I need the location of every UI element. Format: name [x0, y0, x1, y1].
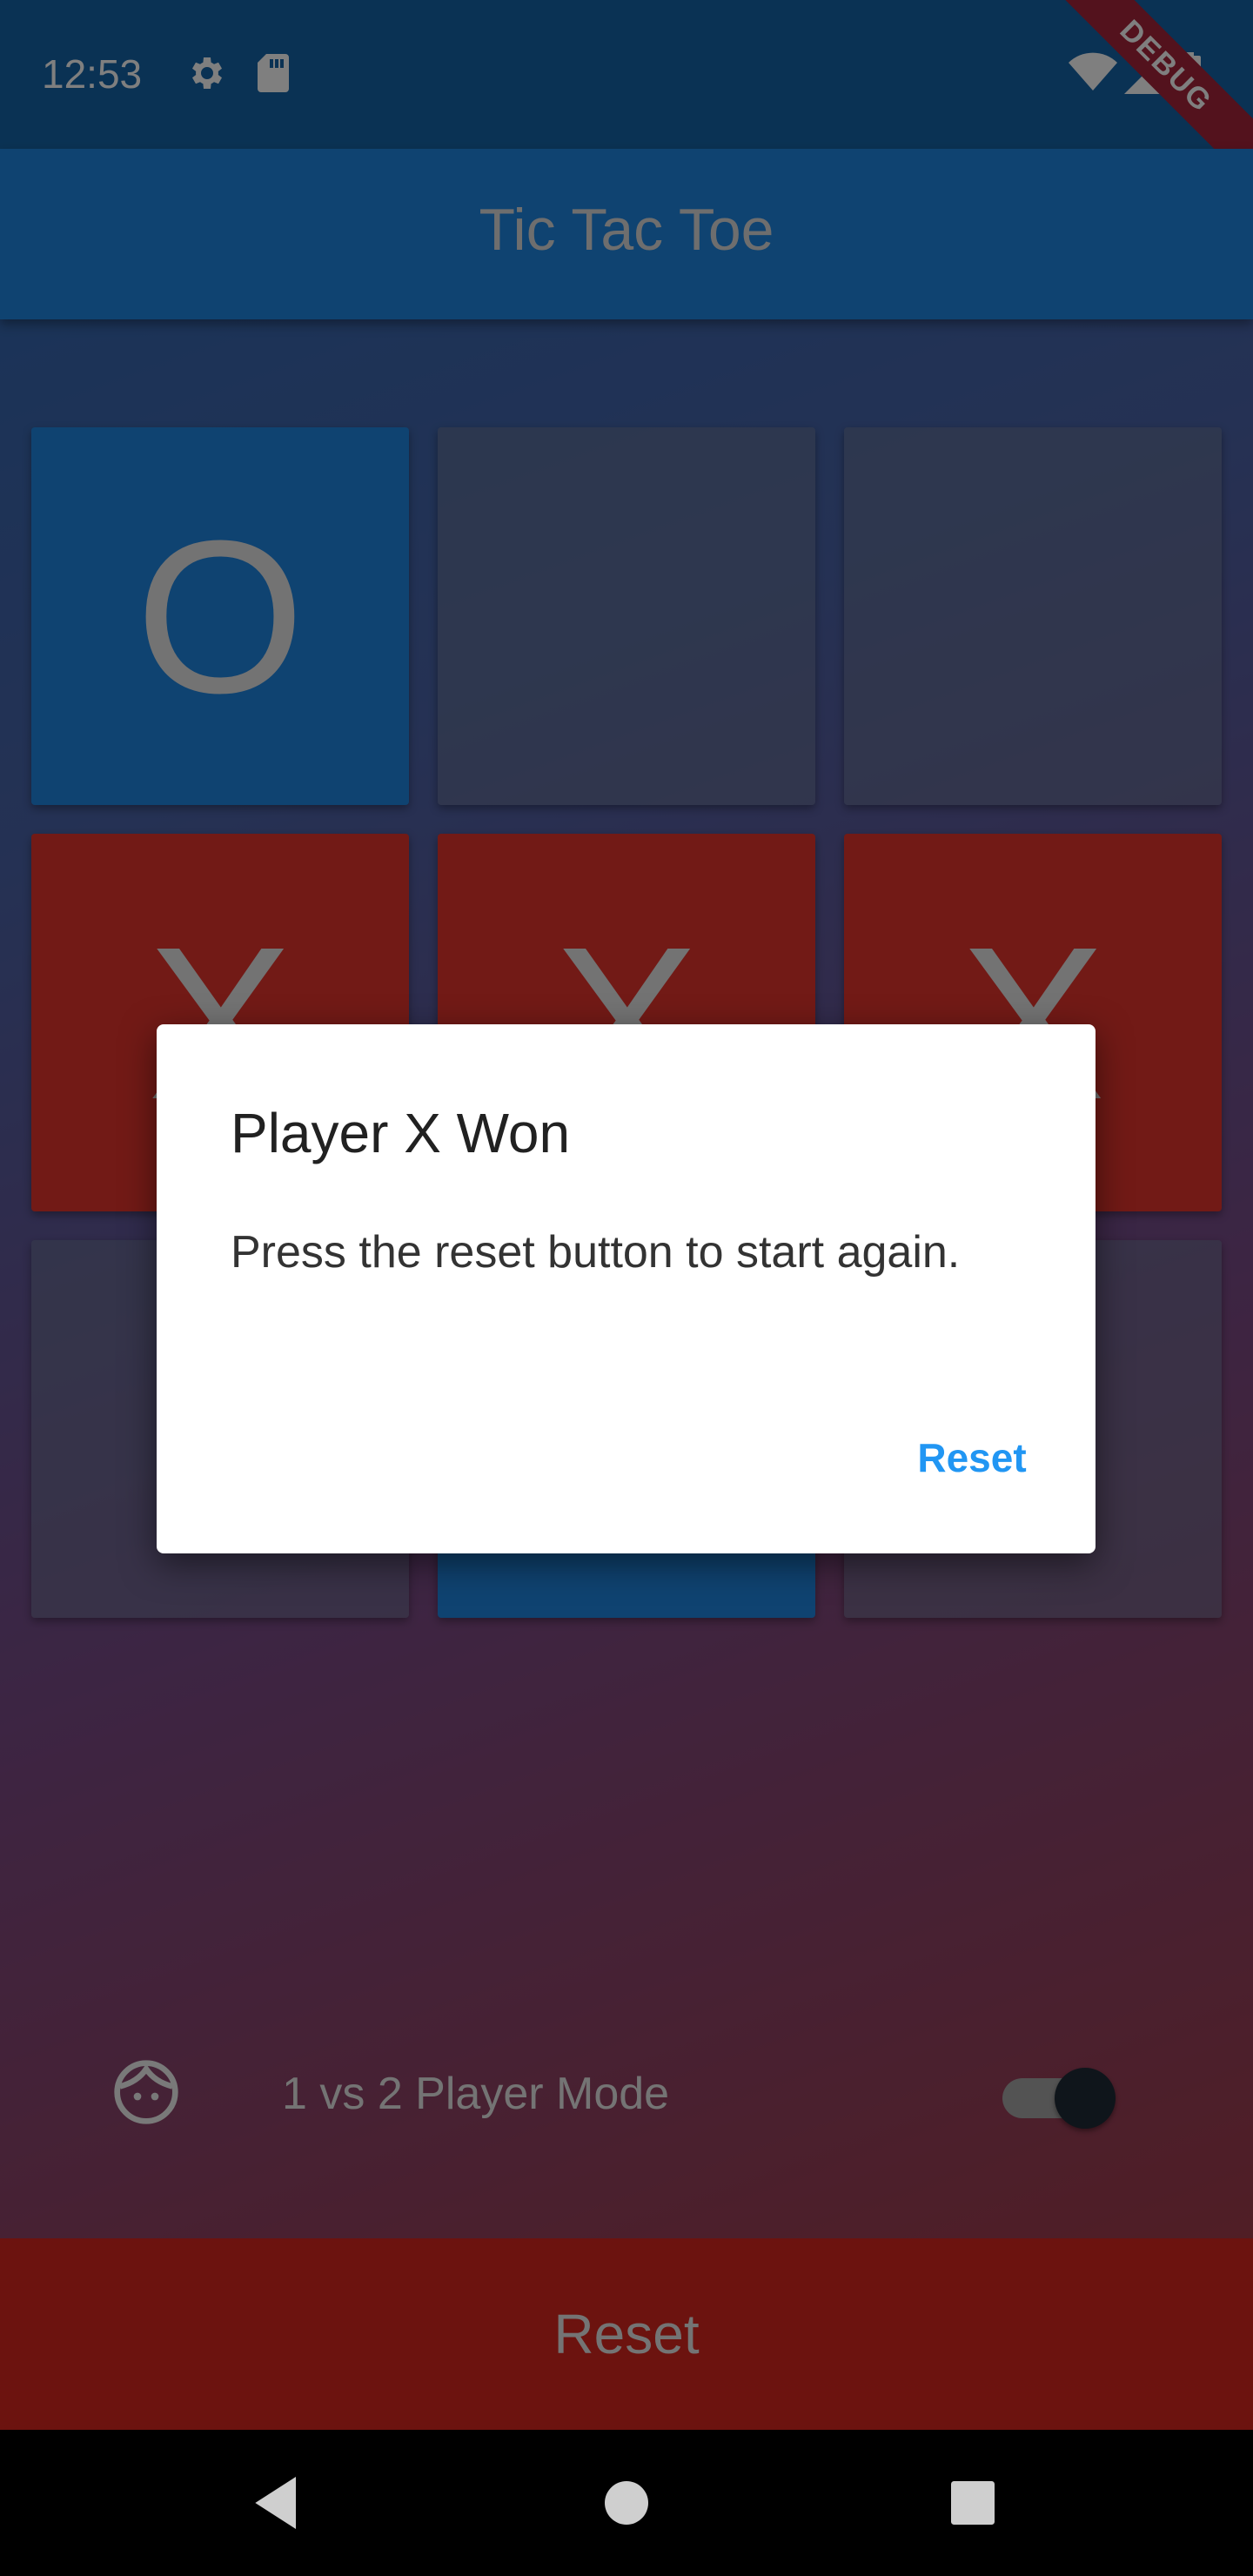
navigation-bar — [0, 2430, 1253, 2576]
back-icon[interactable] — [244, 2468, 313, 2542]
winner-dialog: Player X Won Press the reset button to s… — [157, 1024, 1096, 1553]
home-icon[interactable] — [592, 2468, 661, 2542]
dialog-message: Press the reset button to start again. — [231, 1227, 961, 1278]
app-screen: 12:53 DEBUG Tic Tac Toe O X X X — [0, 0, 1253, 2430]
dialog-title: Player X Won — [231, 1102, 571, 1164]
recents-icon[interactable] — [938, 2468, 1008, 2542]
dialog-reset-button[interactable]: Reset — [902, 1414, 1042, 1501]
